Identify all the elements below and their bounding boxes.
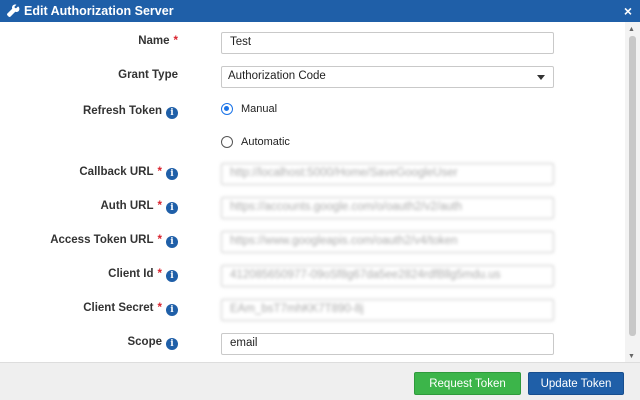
auth-url-row: Auth URL * i https://accounts.google.com/o… [0,197,625,219]
info-icon[interactable]: i [166,202,178,214]
client-id-label-wrap: Client Id * i [0,268,190,282]
dropdown-caret-icon [537,75,545,80]
edit-authorization-server-dialog: Edit Authorization Server × Name * Test G… [0,0,640,400]
client-id-input[interactable]: 412085650977-09oSf8g67da5ee2824rdfBllg5m… [221,265,554,287]
refresh-token-automatic-row: Automatic [0,135,625,157]
grant-type-select[interactable]: Authorization Code [221,66,554,88]
required-marker: * [173,35,178,47]
info-icon[interactable]: i [166,168,178,180]
client-id-row: Client Id * i 412085650977-09oSf8g67da5ee2… [0,265,625,287]
scope-label-wrap: Scope i [0,336,190,350]
callback-url-input[interactable]: http://localhost:5000/Home/SaveGoogleUse… [221,163,554,185]
scroll-down-arrow-icon[interactable]: ▼ [628,353,635,360]
required-marker: * [157,200,162,212]
scope-row: Scope i email [0,333,625,355]
vertical-scrollbar[interactable]: ▲ ▼ [625,22,640,362]
info-icon[interactable]: i [166,270,178,282]
scope-input[interactable]: email [221,333,554,355]
request-token-button[interactable]: Request Token [414,372,521,395]
info-icon[interactable]: i [166,338,178,350]
auth-url-label-wrap: Auth URL * i [0,200,190,214]
name-row: Name * Test [0,32,625,54]
access-token-url-label-wrap: Access Token URL * i [0,234,190,248]
scrollbar-thumb[interactable] [629,36,636,336]
client-secret-label: Client Secret [83,302,154,314]
manual-option-label: Manual [241,103,278,115]
callback-url-row: Callback URL * i http://localhost:5000/Hom… [0,163,625,185]
access-token-url-row: Access Token URL * i https://www.googleapi… [0,231,625,253]
auth-url-input[interactable]: https://accounts.google.com/o/oauth2/v2/… [221,197,554,219]
grant-type-row: Grant Type Authorization Code [0,66,625,88]
access-token-url-label: Access Token URL [50,234,154,246]
dialog-titlebar: Edit Authorization Server × [0,0,640,22]
info-icon[interactable]: i [166,304,178,316]
radio-checked-icon [221,103,233,115]
client-secret-row: Client Secret * i EAm_bsT7mhKK7T890-8j [0,299,625,321]
required-marker: * [157,268,162,280]
dialog-footer: Request Token Update Token [0,362,640,400]
required-marker: * [157,234,162,246]
refresh-token-automatic-radio[interactable]: Automatic [221,136,290,148]
dialog-body: Name * Test Grant Type Authorization Code… [0,22,625,362]
scope-label: Scope [127,336,162,348]
access-token-url-input[interactable]: https://www.googleapis.com/oauth2/v4/tok… [221,231,554,253]
grant-type-value: Authorization Code [228,70,326,82]
update-token-button[interactable]: Update Token [528,372,624,395]
grant-type-label-wrap: Grant Type [0,69,190,81]
name-label: Name [138,35,170,47]
client-secret-input[interactable]: EAm_bsT7mhKK7T890-8j [221,299,554,321]
client-id-label: Client Id [108,268,154,280]
grant-type-label: Grant Type [118,69,178,81]
name-label-wrap: Name * [0,35,190,47]
auth-url-label: Auth URL [100,200,154,212]
wrench-icon [7,4,20,17]
radio-unchecked-icon [221,136,233,148]
client-secret-label-wrap: Client Secret * i [0,302,190,316]
dialog-title: Edit Authorization Server [24,4,174,18]
refresh-token-label: Refresh Token [82,105,162,117]
refresh-token-row: Refresh Token i Manual [0,102,625,124]
info-icon[interactable]: i [166,236,178,248]
required-marker: * [157,166,162,178]
close-icon[interactable]: × [624,3,632,19]
callback-url-label: Callback URL [79,166,154,178]
callback-url-label-wrap: Callback URL * i [0,166,190,180]
refresh-token-manual-radio[interactable]: Manual [221,103,277,115]
refresh-token-label-wrap: Refresh Token i [0,105,190,119]
automatic-option-label: Automatic [241,136,290,148]
required-marker: * [157,302,162,314]
scroll-up-arrow-icon[interactable]: ▲ [628,26,635,33]
info-icon[interactable]: i [166,107,178,119]
name-input[interactable]: Test [221,32,554,54]
